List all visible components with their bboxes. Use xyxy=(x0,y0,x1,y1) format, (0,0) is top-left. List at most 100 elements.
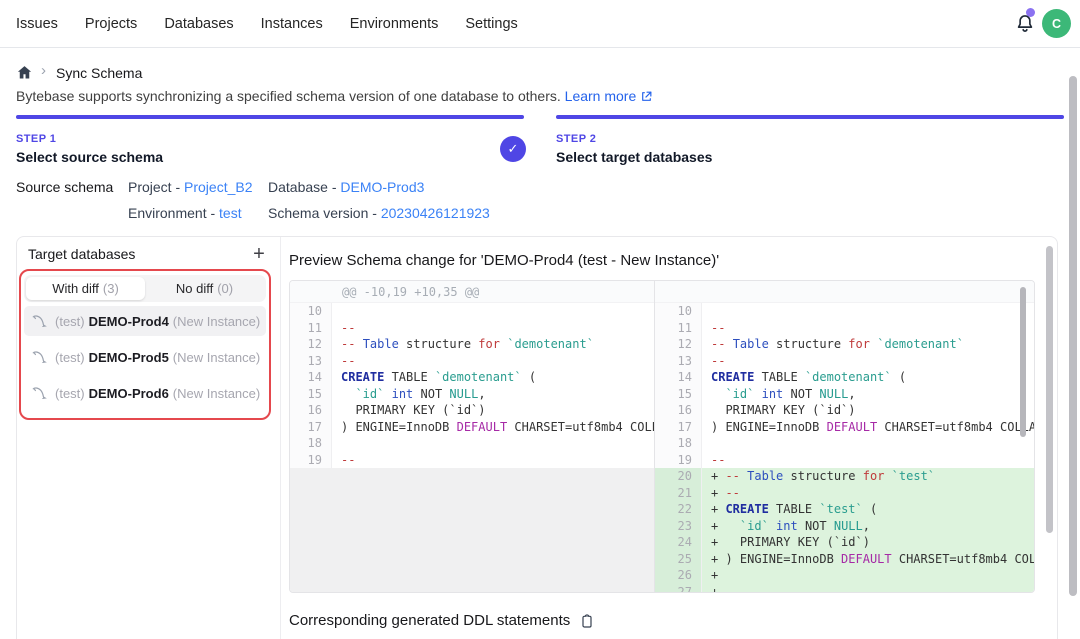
source-field-database: Database - DEMO-Prod3 xyxy=(268,179,424,195)
source-field-value-link[interactable]: DEMO-Prod3 xyxy=(340,179,424,195)
diff-line: 12-- Table structure for `demotenant` xyxy=(290,336,654,353)
diff-line: 13-- xyxy=(655,353,1034,370)
code-text: -- xyxy=(702,452,1034,469)
line-number: 21 xyxy=(655,485,702,502)
source-field-project: Project - Project_B2 xyxy=(128,179,253,195)
line-number: 13 xyxy=(290,353,332,370)
diff-pane-scrollbar[interactable] xyxy=(1020,287,1026,437)
mysql-icon xyxy=(32,314,49,329)
mysql-icon xyxy=(32,350,49,365)
code-text xyxy=(332,435,654,452)
diff-line: 18 xyxy=(290,435,654,452)
source-field-label: Environment - xyxy=(128,205,219,221)
learn-more-link[interactable]: Learn more xyxy=(565,88,654,104)
line-number: 15 xyxy=(290,386,332,403)
ddl-statements-label: Corresponding generated DDL statements xyxy=(289,612,570,629)
preview-panel-scrollbar[interactable] xyxy=(1046,246,1053,533)
copy-icon[interactable] xyxy=(579,613,595,629)
line-number: 16 xyxy=(290,402,332,419)
diff-line-added: 20+ -- Table structure for `test` xyxy=(655,468,1034,485)
code-text: ) ENGINE=InnoDB DEFAULT CHARSET=utf8mb4 … xyxy=(332,419,654,436)
diff-line-added: 27+ -- xyxy=(655,584,1034,593)
source-field-label: Project - xyxy=(128,179,184,195)
diff-line: 13-- xyxy=(290,353,654,370)
intro-sentence: Bytebase supports synchronizing a specif… xyxy=(16,88,561,104)
tab-with-diff[interactable]: With diff(3) xyxy=(26,277,145,300)
avatar[interactable]: C xyxy=(1042,9,1071,38)
nav-item-databases[interactable]: Databases xyxy=(164,16,233,32)
line-number: 14 xyxy=(290,369,332,386)
diff-line-added: 21+ -- xyxy=(655,485,1034,502)
source-field-value-link[interactable]: test xyxy=(219,205,242,221)
db-environment: (test) xyxy=(55,350,85,365)
code-text: + -- xyxy=(702,485,1034,502)
diff-line: 11-- xyxy=(655,320,1034,337)
tab-count: (0) xyxy=(217,281,233,296)
code-text: PRIMARY KEY (`id`) xyxy=(332,402,654,419)
ddl-statements-heading: Corresponding generated DDL statements xyxy=(289,612,595,629)
code-text: -- xyxy=(702,320,1034,337)
step2-title: Select target databases xyxy=(556,149,712,165)
code-text: CREATE TABLE `demotenant` ( xyxy=(702,369,1034,386)
code-text: `id` int NOT NULL, xyxy=(702,386,1034,403)
code-text xyxy=(702,435,1034,452)
line-number: 18 xyxy=(290,435,332,452)
nav-item-environments[interactable]: Environments xyxy=(350,16,439,32)
diff-line: 18 xyxy=(655,435,1034,452)
line-number: 26 xyxy=(655,567,702,584)
mysql-icon xyxy=(32,386,49,401)
step1[interactable]: STEP 1 Select source schema xyxy=(16,133,163,165)
diff-hunk-header: @@ -10,19 +10,35 @@ xyxy=(290,281,654,303)
diff-line: 17) ENGINE=InnoDB DEFAULT CHARSET=utf8mb… xyxy=(290,419,654,436)
step2[interactable]: STEP 2 Select target databases xyxy=(556,133,712,165)
tab-label: No diff xyxy=(176,281,213,296)
code-text: + `id` int NOT NULL, xyxy=(702,518,1034,535)
line-number: 17 xyxy=(655,419,702,436)
nav-item-issues[interactable]: Issues xyxy=(16,16,58,32)
nav-item-instances[interactable]: Instances xyxy=(261,16,323,32)
target-database-demo-prod6[interactable]: (test)DEMO-Prod6(New Instance) xyxy=(24,378,266,408)
db-name: DEMO-Prod4 xyxy=(89,314,169,329)
code-text: + ) ENGINE=InnoDB DEFAULT CHARSET=utf8mb… xyxy=(702,551,1034,568)
line-number: 25 xyxy=(655,551,702,568)
code-text: -- xyxy=(332,452,654,469)
diff-line: 16 PRIMARY KEY (`id`) xyxy=(290,402,654,419)
diff-line: 14CREATE TABLE `demotenant` ( xyxy=(290,369,654,386)
source-field-label: Schema version - xyxy=(268,205,381,221)
target-database-demo-prod5[interactable]: (test)DEMO-Prod5(New Instance) xyxy=(24,342,266,372)
code-text: ) ENGINE=InnoDB DEFAULT CHARSET=utf8mb4 … xyxy=(702,419,1034,436)
line-number: 10 xyxy=(290,303,332,320)
diff-line: 10 xyxy=(655,303,1034,320)
source-schema-heading: Source schema xyxy=(16,179,113,195)
line-number: 19 xyxy=(655,452,702,469)
diff-filter-tabs: With diff(3) No diff (0) xyxy=(24,275,266,302)
nav-item-projects[interactable]: Projects xyxy=(85,16,137,32)
db-environment: (test) xyxy=(55,386,85,401)
code-text: CREATE TABLE `demotenant` ( xyxy=(332,369,654,386)
code-text xyxy=(332,303,654,320)
diff-pane-target[interactable]: 1011--12-- Table structure for `demotena… xyxy=(655,281,1034,592)
code-text: + CREATE TABLE `test` ( xyxy=(702,501,1034,518)
diff-pane-source[interactable]: @@ -10,19 +10,35 @@ 1011--12-- Table str… xyxy=(290,281,655,592)
line-number: 15 xyxy=(655,386,702,403)
code-text: -- xyxy=(332,320,654,337)
source-field-value-link[interactable]: 20230426121923 xyxy=(381,205,490,221)
page-scrollbar[interactable] xyxy=(1069,76,1077,596)
line-number: 12 xyxy=(290,336,332,353)
code-text: -- Table structure for `demotenant` xyxy=(332,336,654,353)
db-environment: (test) xyxy=(55,314,85,329)
code-text: + -- Table structure for `test` xyxy=(702,468,1034,485)
panel-divider xyxy=(280,237,281,639)
line-number: 16 xyxy=(655,402,702,419)
add-target-database-button[interactable]: + xyxy=(246,241,272,267)
line-number: 17 xyxy=(290,419,332,436)
source-field-label: Database - xyxy=(268,179,340,195)
diff-line: 11-- xyxy=(290,320,654,337)
nav-item-settings[interactable]: Settings xyxy=(465,16,517,32)
line-number: 24 xyxy=(655,534,702,551)
target-database-demo-prod4[interactable]: (test) DEMO-Prod4 (New Instance) xyxy=(24,306,266,336)
tab-no-diff[interactable]: No diff (0) xyxy=(145,277,264,300)
source-field-value-link[interactable]: Project_B2 xyxy=(184,179,252,195)
db-instance-suffix: (New Instance) xyxy=(173,314,260,329)
home-icon[interactable] xyxy=(16,64,33,81)
